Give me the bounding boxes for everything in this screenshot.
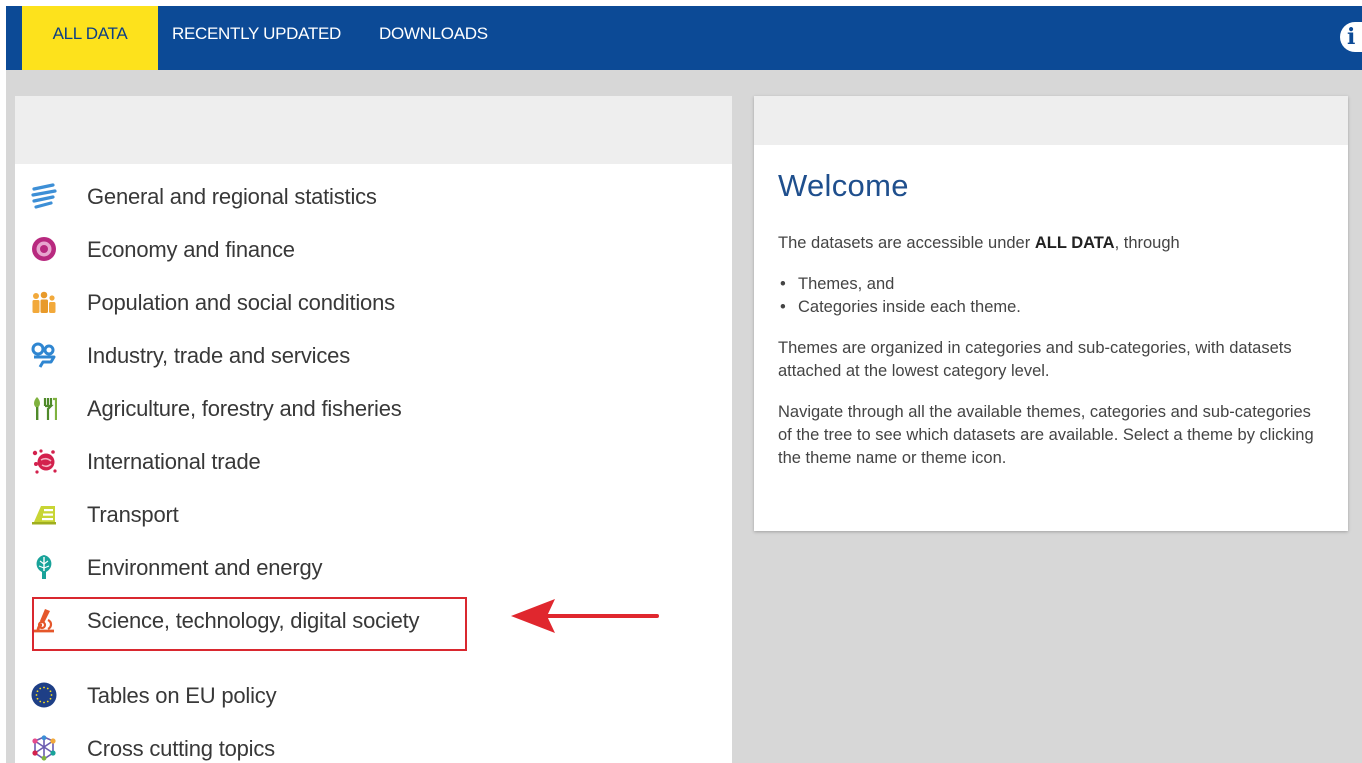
theme-label[interactable]: Transport xyxy=(87,492,179,538)
international-trade-icon[interactable] xyxy=(31,448,57,474)
highlight-box xyxy=(32,597,467,651)
app-frame: ALL DATA RECENTLY UPDATED DOWNLOADS i Ge… xyxy=(6,6,1362,763)
tab-all-data[interactable]: ALL DATA xyxy=(22,6,158,70)
list-item: Themes, and xyxy=(778,273,1318,296)
theme-population-social-conditions[interactable]: Population and social conditions xyxy=(15,280,732,326)
welcome-title: Welcome xyxy=(778,168,909,203)
list-item: Categories inside each theme. xyxy=(778,296,1318,319)
theme-label[interactable]: Population and social conditions xyxy=(87,280,395,326)
theme-label[interactable]: General and regional statistics xyxy=(87,174,377,220)
intro-bold-text: ALL DATA xyxy=(1034,234,1115,252)
info-icon[interactable]: i xyxy=(1340,22,1362,52)
welcome-intro: The datasets are accessible under ALL DA… xyxy=(778,232,1318,255)
welcome-paragraph-1: Themes are organized in categories and s… xyxy=(778,339,1292,380)
theme-cross-cutting-topics[interactable]: Cross cutting topics xyxy=(15,726,732,763)
theme-international-trade[interactable]: International trade xyxy=(15,439,732,485)
theme-tables-eu-policy[interactable]: Tables on EU policy xyxy=(15,673,732,719)
theme-label[interactable]: Agriculture, forestry and fisheries xyxy=(87,386,402,432)
theme-label[interactable]: Industry, trade and services xyxy=(87,333,350,379)
environment-icon[interactable] xyxy=(31,554,57,580)
intro-text-end: , through xyxy=(1114,234,1180,252)
agriculture-icon[interactable] xyxy=(31,395,57,421)
theme-label[interactable]: Tables on EU policy xyxy=(87,673,277,719)
theme-label[interactable]: Cross cutting topics xyxy=(87,726,275,763)
economy-finance-icon[interactable] xyxy=(31,236,57,262)
industry-icon[interactable] xyxy=(31,342,57,368)
tab-recently-updated[interactable]: RECENTLY UPDATED xyxy=(172,6,362,70)
intro-text: The datasets are accessible under xyxy=(778,234,1035,252)
themes-panel-header xyxy=(15,96,732,164)
general-statistics-icon[interactable] xyxy=(31,183,57,209)
theme-general-regional-statistics[interactable]: General and regional statistics xyxy=(15,174,732,220)
theme-industry-trade-services[interactable]: Industry, trade and services xyxy=(15,333,732,379)
population-icon[interactable] xyxy=(31,289,57,315)
theme-label[interactable]: Economy and finance xyxy=(87,227,295,273)
theme-environment-energy[interactable]: Environment and energy xyxy=(15,545,732,591)
cross-cutting-icon[interactable] xyxy=(31,735,57,761)
eu-policy-icon[interactable] xyxy=(31,682,57,708)
welcome-panel-header xyxy=(754,96,1348,145)
theme-agriculture-forestry-fisheries[interactable]: Agriculture, forestry and fisheries xyxy=(15,386,732,432)
welcome-paragraph-2: Navigate through all the available theme… xyxy=(778,403,1314,467)
top-navigation-bar: ALL DATA RECENTLY UPDATED DOWNLOADS i xyxy=(6,6,1362,70)
theme-label[interactable]: International trade xyxy=(87,439,261,485)
page: ALL DATA RECENTLY UPDATED DOWNLOADS i Ge… xyxy=(0,0,1362,763)
tab-downloads[interactable]: DOWNLOADS xyxy=(379,6,509,70)
welcome-bullet-list: Themes, and Categories inside each theme… xyxy=(778,273,1318,319)
welcome-body: The datasets are accessible under ALL DA… xyxy=(778,232,1318,488)
transport-icon[interactable] xyxy=(31,501,57,527)
theme-transport[interactable]: Transport xyxy=(15,492,732,538)
theme-label[interactable]: Environment and energy xyxy=(87,545,323,591)
themes-panel: General and regional statistics Economy … xyxy=(15,96,732,763)
theme-economy-finance[interactable]: Economy and finance xyxy=(15,227,732,273)
welcome-panel: Welcome The datasets are accessible unde… xyxy=(754,96,1348,531)
red-arrow-icon xyxy=(511,599,659,633)
